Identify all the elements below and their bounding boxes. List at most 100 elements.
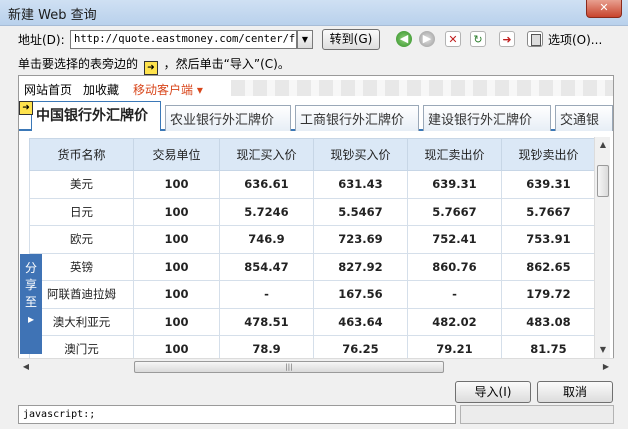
cancel-button[interactable]: 取消 [537,381,613,403]
rate-cell: 100 [133,170,220,199]
status-bar-right [460,405,614,424]
rate-cell: 746.9 [219,225,314,254]
web-preview-pane: 网站首页 加收藏 移动客户端 ▾ ➜ 中国银行外汇牌价 农业银行外汇牌价 工商银… [18,75,614,373]
rate-cell: 463.64 [313,307,408,336]
rate-cell: 862.65 [501,252,595,281]
rate-cell: 752.41 [407,225,502,254]
rate-cell: 179.72 [501,280,595,309]
tab-icbc[interactable]: 工商银行外汇牌价 [295,105,419,131]
rate-cell: 482.02 [407,307,502,336]
table-marker-icon: ➜ [143,61,158,75]
rate-cell: 100 [133,225,220,254]
rate-cell: 860.76 [407,252,502,281]
share-char: 享 [24,278,37,292]
rate-cell: 723.69 [313,225,408,254]
vertical-scroll-thumb[interactable] [597,165,609,197]
forward-icon[interactable]: ▶ [419,31,435,47]
import-button[interactable]: 导入(I) [455,381,531,403]
select-table-icon[interactable]: ➜ [499,31,515,47]
rate-cell: 5.7667 [407,197,502,226]
table-row: 日元 100 5.7246 5.5467 5.7667 5.7667 [29,197,595,226]
tab-boc[interactable]: 中国银行外汇牌价 [31,101,161,131]
currency-name-cell: 欧元 [29,225,134,254]
horizontal-scroll-thumb[interactable]: ||| [134,361,444,373]
horizontal-scrollbar[interactable]: ◀ ||| ▶ [18,358,614,374]
stop-icon[interactable]: ✕ [445,31,461,47]
window-title: 新建 Web 查询 [8,8,97,23]
scroll-down-icon[interactable]: ▼ [595,342,611,358]
rate-cell: 100 [133,280,220,309]
tab-abc[interactable]: 农业银行外汇牌价 [165,105,291,131]
site-nav: 网站首页 加收藏 移动客户端 ▾ [19,76,613,100]
status-bar: javascript:; [18,405,456,424]
share-char: 分 [24,261,37,275]
rate-cell: - [219,280,314,309]
vertical-scrollbar[interactable]: ▲ ▼ [594,137,610,358]
bank-tabs: ➜ 中国银行外汇牌价 农业银行外汇牌价 工商银行外汇牌价 建设银行外汇牌价 交通… [19,101,613,131]
rate-cell: - [407,280,502,309]
nav-home-link[interactable]: 网站首页 [24,81,72,98]
table-body: 美元 100 636.61 631.43 639.31 639.31 日元 100 5.7246… [29,170,595,362]
instruction-hint: 单击要选择的表旁边的 ➜ ，然后单击“导入”(C)。 [18,55,290,75]
hint-text-after: ，然后单击“导入”(C)。 [163,57,290,71]
column-header: 现汇买入价 [219,138,314,171]
table-header-row: 货币名称 交易单位 现汇买入价 现钞买入价 现汇卖出价 现钞卖出价 [29,138,595,171]
rate-cell: 5.5467 [313,197,408,226]
column-header: 现汇卖出价 [407,138,502,171]
options-icon[interactable] [527,31,543,47]
refresh-icon[interactable]: ↻ [470,31,486,47]
rate-cell: 100 [133,252,220,281]
tab-ccb[interactable]: 建设银行外汇牌价 [423,105,551,131]
goto-button[interactable]: 转到(G) [322,29,380,50]
table-row: 英镑 100 854.47 827.92 860.76 862.65 [29,252,595,281]
back-icon[interactable]: ◀ [396,31,412,47]
currency-name-cell: 澳大利亚元 [29,307,134,336]
currency-name-cell: 阿联酋迪拉姆 [29,280,134,309]
column-header: 现钞卖出价 [501,138,595,171]
title-bar: 新建 Web 查询 ✕ [0,0,628,26]
rate-cell: 753.91 [501,225,595,254]
currency-name-cell: 美元 [29,170,134,199]
rate-cell: 483.08 [501,307,595,336]
hint-text-before: 单击要选择的表旁边的 [18,57,139,71]
address-label: 地址(D): [18,33,65,47]
currency-name-cell: 英镑 [29,252,134,281]
rate-cell: 636.61 [219,170,314,199]
nav-mobile-link[interactable]: 移动客户端 ▾ [133,81,203,98]
rate-cell: 100 [133,307,220,336]
scroll-up-icon[interactable]: ▲ [595,137,611,153]
rate-cell: 5.7667 [501,197,595,226]
rate-cell: 100 [133,197,220,226]
tab-bocom[interactable]: 交通银 [555,105,613,131]
scroll-left-icon[interactable]: ◀ [18,359,34,375]
scroll-right-icon[interactable]: ▶ [598,359,614,375]
address-dropdown-button[interactable]: ▼ [297,30,313,49]
rate-cell: 827.92 [313,252,408,281]
address-toolbar: 地址(D): http://quote.eastmoney.com/center… [0,27,628,51]
rate-cell: 639.31 [501,170,595,199]
share-sidebar[interactable]: 分 享 至 ▸ [20,254,42,354]
column-header: 交易单位 [133,138,220,171]
close-button[interactable]: ✕ [586,0,622,18]
address-input[interactable]: http://quote.eastmoney.com/center/for [70,30,297,49]
rate-cell: 478.51 [219,307,314,336]
blurred-region [231,80,613,96]
rate-cell: 167.56 [313,280,408,309]
rate-cell: 631.43 [313,170,408,199]
table-row: 阿联酋迪拉姆 100-167.56-179.72 [29,280,595,309]
rate-cell: 854.47 [219,252,314,281]
currency-name-cell: 日元 [29,197,134,226]
options-button[interactable]: 选项(O)... [548,31,602,48]
rate-cell: 639.31 [407,170,502,199]
table-row: 澳大利亚元 100 478.51 463.64 482.02 483.08 [29,307,595,336]
column-header: 货币名称 [29,138,134,171]
rate-cell: 5.7246 [219,197,314,226]
exchange-rate-table: 货币名称 交易单位 现汇买入价 现钞买入价 现汇卖出价 现钞卖出价 美元 100 636.61… [29,138,595,362]
rate-table-wrapper: 货币名称 交易单位 现汇买入价 现钞买入价 现汇卖出价 现钞卖出价 美元 100 636.61… [29,138,595,362]
table-marker-icon[interactable]: ➜ [19,101,33,115]
share-expand-icon: ▸ [27,312,35,326]
share-char: 至 [24,295,37,309]
table-row: 美元 100 636.61 631.43 639.31 639.31 [29,170,595,199]
column-header: 现钞买入价 [313,138,408,171]
nav-favorite-link[interactable]: 加收藏 [83,81,119,98]
